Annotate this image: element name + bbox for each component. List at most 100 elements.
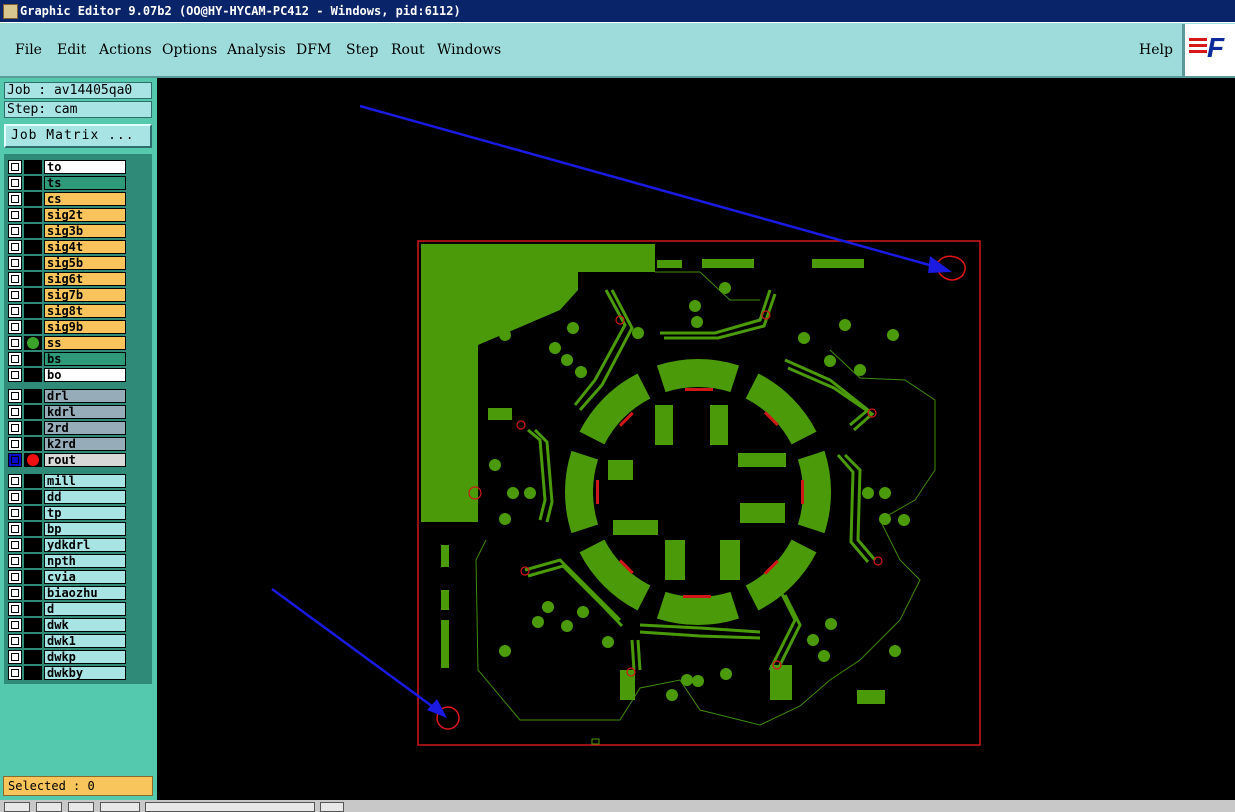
layer-row-dwk1[interactable]: dwk1 <box>8 634 126 648</box>
layer-checkbox[interactable] <box>8 570 22 584</box>
layer-row-rout[interactable]: rout <box>8 453 126 467</box>
layer-name[interactable]: tp <box>44 506 126 520</box>
layer-checkbox[interactable] <box>8 650 22 664</box>
layer-checkbox[interactable] <box>8 474 22 488</box>
layer-name[interactable]: kdrl <box>44 405 126 419</box>
layer-name[interactable]: sig4t <box>44 240 126 254</box>
layer-color-indicator[interactable] <box>24 336 42 350</box>
menu-file[interactable]: File <box>15 42 42 58</box>
layer-row-dd[interactable]: dd <box>8 490 126 504</box>
toolbar-button[interactable] <box>4 802 30 812</box>
layer-checkbox[interactable] <box>8 586 22 600</box>
layer-color-indicator[interactable] <box>24 272 42 286</box>
layer-name[interactable]: 2rd <box>44 421 126 435</box>
layer-checkbox[interactable] <box>8 256 22 270</box>
layer-color-indicator[interactable] <box>24 586 42 600</box>
layer-color-indicator[interactable] <box>24 160 42 174</box>
layer-row-cvia[interactable]: cvia <box>8 570 126 584</box>
layer-name[interactable]: sig8t <box>44 304 126 318</box>
layer-name[interactable]: sig9b <box>44 320 126 334</box>
layer-row-tp[interactable]: tp <box>8 506 126 520</box>
layer-row-2rd[interactable]: 2rd <box>8 421 126 435</box>
layer-row-sig2t[interactable]: sig2t <box>8 208 126 222</box>
toolbar-button[interactable] <box>100 802 140 812</box>
layer-checkbox[interactable] <box>8 304 22 318</box>
layer-color-indicator[interactable] <box>24 240 42 254</box>
layer-checkbox[interactable] <box>8 160 22 174</box>
job-matrix-button[interactable]: Job Matrix ... <box>4 124 152 148</box>
layer-row-mill[interactable]: mill <box>8 474 126 488</box>
layer-row-bs[interactable]: bs <box>8 352 126 366</box>
layer-name[interactable]: sig5b <box>44 256 126 270</box>
layer-color-indicator[interactable] <box>24 352 42 366</box>
toolbar-button[interactable] <box>320 802 344 812</box>
layer-row-sig8t[interactable]: sig8t <box>8 304 126 318</box>
layer-checkbox[interactable] <box>8 437 22 451</box>
menu-options[interactable]: Options <box>162 42 217 58</box>
layer-color-indicator[interactable] <box>24 650 42 664</box>
layer-color-indicator[interactable] <box>24 389 42 403</box>
layer-row-kdrl[interactable]: kdrl <box>8 405 126 419</box>
layer-name[interactable]: bs <box>44 352 126 366</box>
layer-color-indicator[interactable] <box>24 368 42 382</box>
layer-name[interactable]: k2rd <box>44 437 126 451</box>
layer-name[interactable]: sig2t <box>44 208 126 222</box>
layer-color-indicator[interactable] <box>24 538 42 552</box>
menu-analysis[interactable]: Analysis <box>227 42 286 58</box>
layer-checkbox[interactable] <box>8 405 22 419</box>
layer-name[interactable]: sig6t <box>44 272 126 286</box>
layer-name[interactable]: cs <box>44 192 126 206</box>
layer-color-indicator[interactable] <box>24 192 42 206</box>
layer-row-npth[interactable]: npth <box>8 554 126 568</box>
layer-color-indicator[interactable] <box>24 405 42 419</box>
layer-name[interactable]: dwk <box>44 618 126 632</box>
layer-name[interactable]: rout <box>44 453 126 467</box>
layer-checkbox[interactable] <box>8 192 22 206</box>
layer-checkbox[interactable] <box>8 522 22 536</box>
layer-name[interactable]: sig3b <box>44 224 126 238</box>
layer-checkbox[interactable] <box>8 288 22 302</box>
layer-row-ts[interactable]: ts <box>8 176 126 190</box>
layer-row-d[interactable]: d <box>8 602 126 616</box>
layer-color-indicator[interactable] <box>24 256 42 270</box>
command-field[interactable] <box>145 802 315 812</box>
layer-checkbox[interactable] <box>8 602 22 616</box>
layer-checkbox[interactable] <box>8 176 22 190</box>
layer-name[interactable]: ss <box>44 336 126 350</box>
layer-row-sig9b[interactable]: sig9b <box>8 320 126 334</box>
layer-checkbox[interactable] <box>8 224 22 238</box>
layer-color-indicator[interactable] <box>24 666 42 680</box>
layer-row-ss[interactable]: ss <box>8 336 126 350</box>
layer-row-sig5b[interactable]: sig5b <box>8 256 126 270</box>
layer-name[interactable]: dwk1 <box>44 634 126 648</box>
layer-name[interactable]: ts <box>44 176 126 190</box>
layer-name[interactable]: biaozhu <box>44 586 126 600</box>
layer-color-indicator[interactable] <box>24 320 42 334</box>
layer-color-indicator[interactable] <box>24 421 42 435</box>
toolbar-button[interactable] <box>36 802 62 812</box>
layer-name[interactable]: dd <box>44 490 126 504</box>
layer-name[interactable]: to <box>44 160 126 174</box>
layer-color-indicator[interactable] <box>24 288 42 302</box>
layer-name[interactable]: bo <box>44 368 126 382</box>
layer-checkbox[interactable] <box>8 336 22 350</box>
layer-name[interactable]: sig7b <box>44 288 126 302</box>
layer-color-indicator[interactable] <box>24 490 42 504</box>
layer-color-indicator[interactable] <box>24 554 42 568</box>
layer-name[interactable]: mill <box>44 474 126 488</box>
layer-color-indicator[interactable] <box>24 602 42 616</box>
layer-checkbox[interactable] <box>8 490 22 504</box>
layer-checkbox[interactable] <box>8 208 22 222</box>
menu-step[interactable]: Step <box>346 42 378 58</box>
layer-checkbox[interactable] <box>8 554 22 568</box>
layer-color-indicator[interactable] <box>24 474 42 488</box>
layer-row-sig4t[interactable]: sig4t <box>8 240 126 254</box>
layer-name[interactable]: dwkby <box>44 666 126 680</box>
layer-checkbox[interactable] <box>8 666 22 680</box>
layer-row-to[interactable]: to <box>8 160 126 174</box>
layer-color-indicator[interactable] <box>24 506 42 520</box>
layer-name[interactable]: drl <box>44 389 126 403</box>
layer-row-dwkby[interactable]: dwkby <box>8 666 126 680</box>
layer-name[interactable]: bp <box>44 522 126 536</box>
layer-color-indicator[interactable] <box>24 453 42 467</box>
